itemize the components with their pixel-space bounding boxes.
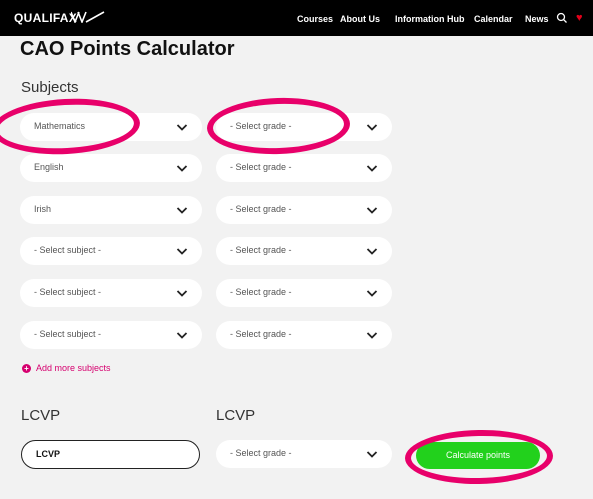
subject-select-value: - Select subject - <box>34 245 102 255</box>
nav-information-hub[interactable]: Information Hub <box>395 14 465 24</box>
chevron-down-icon <box>176 290 188 297</box>
subject-select-value: - Select subject - <box>34 287 102 297</box>
add-more-subjects-link[interactable]: + Add more subjects <box>22 363 111 373</box>
subject-select-value: Irish <box>34 204 52 214</box>
search-icon[interactable] <box>555 11 569 25</box>
subject-select-1[interactable]: Mathematics <box>20 113 202 141</box>
chevron-down-icon <box>176 165 188 172</box>
page-title: CAO Points Calculator <box>20 38 235 60</box>
lcvp-grade-select[interactable]: - Select grade - <box>216 440 392 468</box>
chevron-down-icon <box>366 332 378 339</box>
grade-select-value: - Select grade - <box>230 287 292 297</box>
subjects-heading: Subjects <box>21 79 79 96</box>
grade-select-6[interactable]: - Select grade - <box>216 321 392 349</box>
chevron-down-icon <box>366 248 378 255</box>
nav-about-us[interactable]: About Us <box>340 14 380 24</box>
logo-chevrons-icon <box>71 11 105 23</box>
grade-select-value: - Select grade - <box>230 121 292 131</box>
nav-courses[interactable]: Courses <box>297 14 333 24</box>
grade-select-value: - Select grade - <box>230 245 292 255</box>
nav-calendar[interactable]: Calendar <box>474 14 513 24</box>
grade-select-1[interactable]: - Select grade - <box>216 113 392 141</box>
grade-select-3[interactable]: - Select grade - <box>216 196 392 224</box>
grade-select-value: - Select grade - <box>230 448 292 458</box>
grade-select-4[interactable]: - Select grade - <box>216 237 392 265</box>
chevron-down-icon <box>366 165 378 172</box>
chevron-down-icon <box>176 207 188 214</box>
grade-select-value: - Select grade - <box>230 204 292 214</box>
grade-select-value: - Select grade - <box>230 329 292 339</box>
grade-select-value: - Select grade - <box>230 162 292 172</box>
favourites-heart-icon[interactable]: ♥ <box>576 12 583 24</box>
chevron-down-icon <box>366 124 378 131</box>
subject-select-3[interactable]: Irish <box>20 196 202 224</box>
top-navigation-bar: QUALIFAX Courses About Us Information Hu… <box>0 0 593 36</box>
chevron-down-icon <box>176 332 188 339</box>
calculate-points-button[interactable]: Calculate points <box>416 442 540 469</box>
chevron-down-icon <box>366 290 378 297</box>
chevron-down-icon <box>176 248 188 255</box>
chevron-down-icon <box>366 207 378 214</box>
lcvp-grade-heading: LCVP <box>216 407 256 424</box>
grade-select-2[interactable]: - Select grade - <box>216 154 392 182</box>
add-more-subjects-label: Add more subjects <box>36 363 111 373</box>
subject-select-4[interactable]: - Select subject - <box>20 237 202 265</box>
lcvp-field[interactable]: LCVP <box>21 440 200 469</box>
subject-select-value: - Select subject - <box>34 329 102 339</box>
chevron-down-icon <box>176 124 188 131</box>
grade-select-5[interactable]: - Select grade - <box>216 279 392 307</box>
qualifax-logo[interactable]: QUALIFAX <box>14 11 77 25</box>
subject-select-value: Mathematics <box>34 121 86 131</box>
nav-news[interactable]: News <box>525 14 549 24</box>
lcvp-heading: LCVP <box>21 407 61 424</box>
plus-icon: + <box>22 363 31 373</box>
subject-select-6[interactable]: - Select subject - <box>20 321 202 349</box>
subject-select-5[interactable]: - Select subject - <box>20 279 202 307</box>
chevron-down-icon <box>366 451 378 458</box>
lcvp-field-value: LCVP <box>36 449 61 459</box>
subject-select-value: English <box>34 162 64 172</box>
subject-select-2[interactable]: English <box>20 154 202 182</box>
